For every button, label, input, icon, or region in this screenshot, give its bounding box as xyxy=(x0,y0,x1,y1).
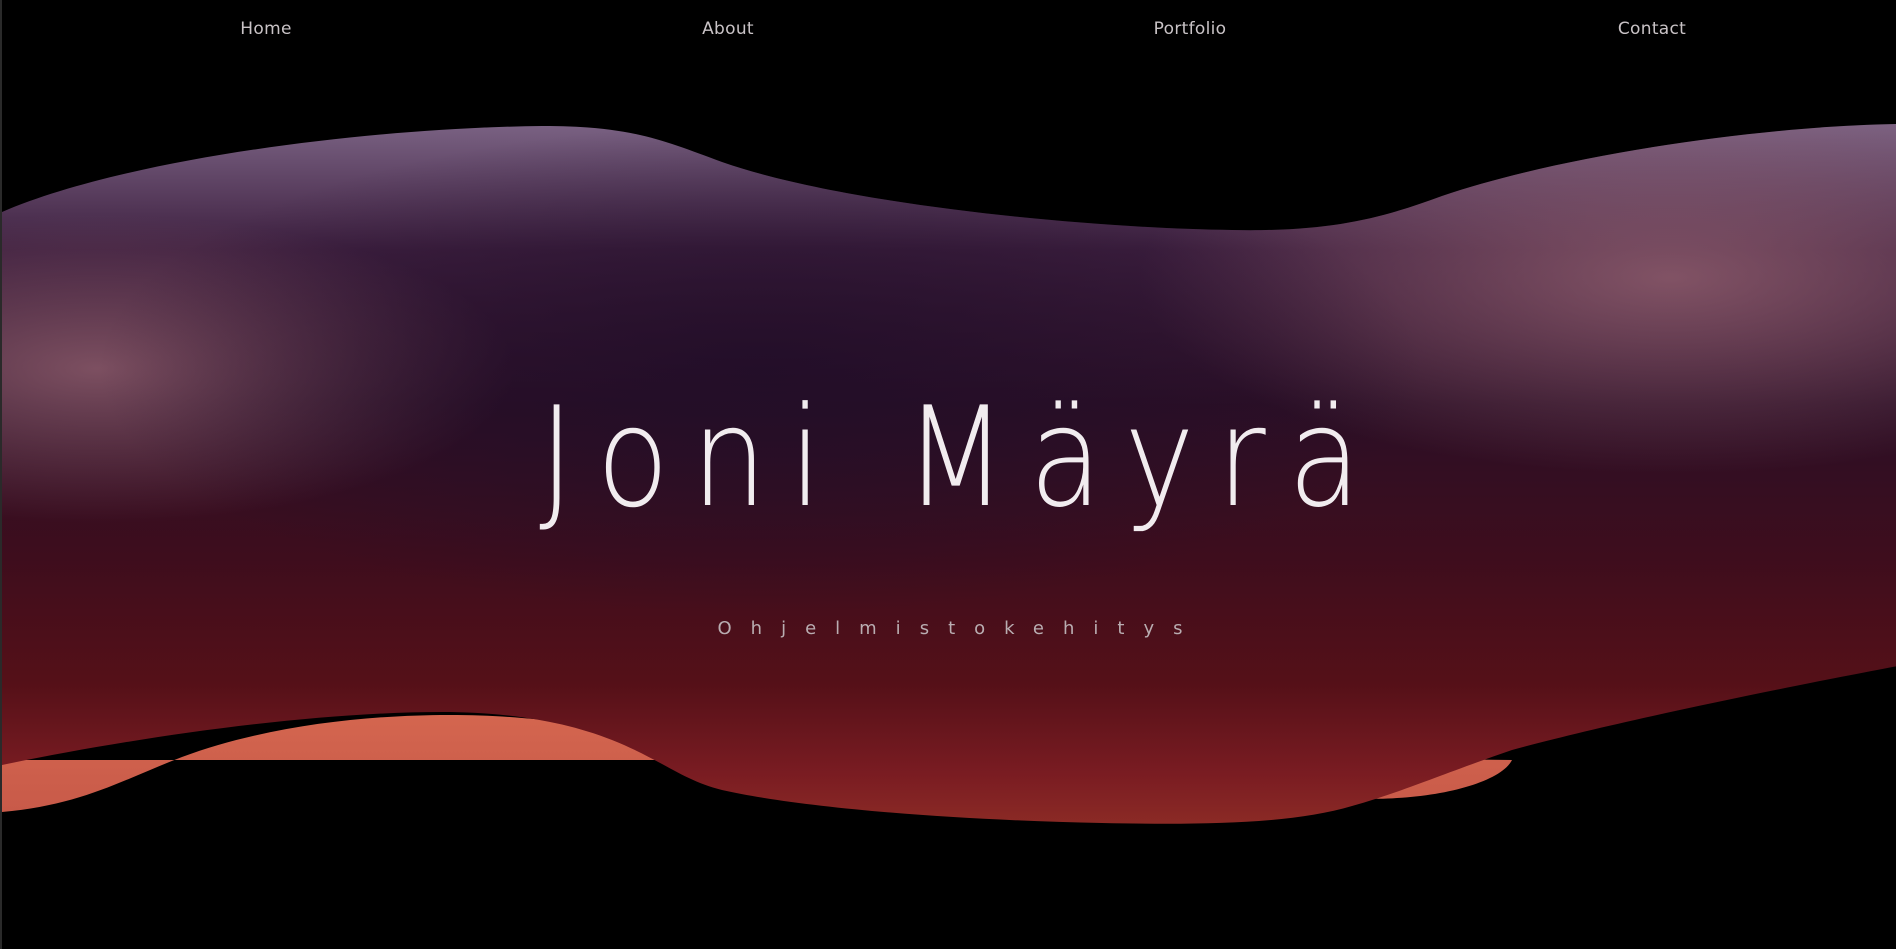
hero-subtitle: Ohjelmistokehitys xyxy=(717,618,1202,639)
top-navigation: Home About Portfolio Contact xyxy=(2,0,1896,60)
nav-contact-link[interactable]: Contact xyxy=(1618,19,1686,39)
hero-title: Joni Mäyrä xyxy=(539,377,1384,538)
page-frame: Home About Portfolio Contact Joni Mäyrä … xyxy=(2,0,1896,949)
nav-about-link[interactable]: About xyxy=(702,19,754,39)
nav-home-link[interactable]: Home xyxy=(240,19,291,39)
nav-portfolio-link[interactable]: Portfolio xyxy=(1154,19,1227,39)
page-viewport: Home About Portfolio Contact Joni Mäyrä … xyxy=(0,0,1896,949)
